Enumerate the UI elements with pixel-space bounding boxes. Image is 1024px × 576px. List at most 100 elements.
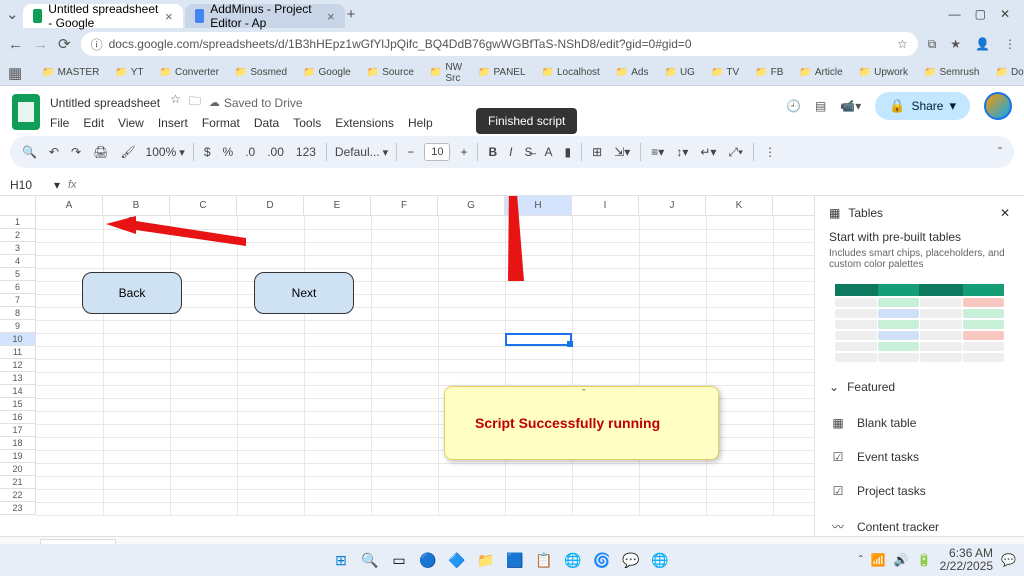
bookmark-folder[interactable]: NW Src bbox=[426, 60, 466, 86]
text-color-button[interactable]: A bbox=[543, 143, 555, 161]
undo-button[interactable]: ↶ bbox=[47, 143, 61, 161]
clock[interactable]: 6:36 AM 2/22/2025 bbox=[940, 547, 993, 573]
task-view-icon[interactable]: ▭ bbox=[386, 547, 412, 573]
star-doc-icon[interactable]: ☆ bbox=[170, 92, 181, 113]
column-header[interactable]: A bbox=[36, 196, 103, 215]
row-header[interactable]: 3 bbox=[0, 242, 36, 255]
row-header[interactable]: 15 bbox=[0, 398, 36, 411]
sheets-logo-icon[interactable] bbox=[12, 94, 40, 130]
bookmark-folder[interactable]: Ads bbox=[612, 65, 653, 80]
selected-cell[interactable] bbox=[505, 333, 572, 346]
column-header[interactable]: B bbox=[103, 196, 170, 215]
next-button-shape[interactable]: Next bbox=[254, 272, 354, 314]
file-explorer-icon[interactable]: 📁 bbox=[473, 547, 499, 573]
row-header-selected[interactable]: 10 bbox=[0, 333, 36, 346]
notifications-icon[interactable]: 💬 bbox=[1001, 553, 1016, 567]
borders-button[interactable]: ⊞ bbox=[590, 143, 604, 161]
tab-search-button[interactable]: ⌄ bbox=[6, 5, 19, 23]
history-icon[interactable]: 🕘 bbox=[786, 99, 801, 113]
share-button[interactable]: 🔒 Share ▾ bbox=[875, 92, 970, 120]
column-header[interactable]: D bbox=[237, 196, 304, 215]
row-header[interactable]: 21 bbox=[0, 476, 36, 489]
address-bar[interactable]: ⓘ docs.google.com/spreadsheets/d/1B3hHEp… bbox=[81, 32, 918, 56]
menu-data[interactable]: Data bbox=[254, 116, 279, 130]
row-header[interactable]: 12 bbox=[0, 359, 36, 372]
browser-tab-active[interactable]: Untitled spreadsheet - Google × bbox=[23, 4, 183, 28]
close-tab-button[interactable]: × bbox=[327, 9, 335, 24]
taskbar-app-icon[interactable]: 🔵 bbox=[415, 547, 441, 573]
row-header[interactable]: 1 bbox=[0, 216, 36, 229]
meet-icon[interactable]: 📹▾ bbox=[840, 99, 861, 113]
volume-icon[interactable]: 🔊 bbox=[894, 553, 909, 567]
search-menus-icon[interactable]: 🔍 bbox=[20, 143, 39, 161]
sidepanel-item-blank[interactable]: ▦Blank table bbox=[829, 406, 1010, 440]
row-header[interactable]: 5 bbox=[0, 268, 36, 281]
taskbar-app-icon[interactable]: 🟦 bbox=[502, 547, 528, 573]
collapse-sidepanel-icon[interactable]: ˆ bbox=[582, 388, 598, 404]
strikethrough-button[interactable]: S̶ bbox=[523, 143, 535, 161]
menu-help[interactable]: Help bbox=[408, 116, 433, 130]
taskbar-search-icon[interactable]: 🔍 bbox=[357, 547, 383, 573]
bookmark-folder[interactable]: UG bbox=[660, 65, 698, 80]
font-select[interactable]: Defaul... ▾ bbox=[335, 145, 388, 159]
maximize-button[interactable]: ▢ bbox=[975, 7, 986, 21]
menu-icon[interactable]: ⋮ bbox=[1004, 37, 1016, 52]
row-header[interactable]: 9 bbox=[0, 320, 36, 333]
back-button-shape[interactable]: Back bbox=[82, 272, 182, 314]
halign-button[interactable]: ≡▾ bbox=[649, 143, 666, 161]
row-header[interactable]: 23 bbox=[0, 502, 36, 515]
menu-insert[interactable]: Insert bbox=[158, 116, 188, 130]
bookmark-folder[interactable]: Source bbox=[363, 65, 418, 80]
close-tab-button[interactable]: × bbox=[165, 9, 173, 24]
menu-file[interactable]: File bbox=[50, 116, 69, 130]
start-button[interactable]: ⊞ bbox=[328, 547, 354, 573]
new-tab-button[interactable]: + bbox=[347, 6, 356, 23]
paint-format-button[interactable]: 🖌 bbox=[118, 143, 137, 161]
column-header[interactable]: C bbox=[170, 196, 237, 215]
more-formats-button[interactable]: 123 bbox=[294, 143, 318, 161]
zoom-select[interactable]: 100% ▾ bbox=[146, 145, 185, 159]
doc-title[interactable]: Untitled spreadsheet bbox=[50, 96, 160, 110]
decrease-font-button[interactable]: − bbox=[405, 143, 416, 161]
taskbar-app-icon[interactable]: 📋 bbox=[531, 547, 557, 573]
valign-button[interactable]: ↕▾ bbox=[674, 143, 690, 161]
bold-button[interactable]: B bbox=[486, 143, 499, 161]
minimize-button[interactable]: — bbox=[949, 7, 961, 21]
row-header[interactable]: 22 bbox=[0, 489, 36, 502]
row-header[interactable]: 14 bbox=[0, 385, 36, 398]
bookmark-folder[interactable]: Localhost bbox=[538, 65, 604, 80]
sidepanel-item-project[interactable]: ☑Project tasks bbox=[829, 474, 1010, 508]
row-header[interactable]: 2 bbox=[0, 229, 36, 242]
bookmark-folder[interactable]: Converter bbox=[156, 65, 223, 80]
menu-extensions[interactable]: Extensions bbox=[335, 116, 394, 130]
bookmark-folder[interactable]: MASTER bbox=[38, 65, 103, 80]
table-preview[interactable] bbox=[829, 278, 1010, 368]
extensions-icon[interactable]: ⧉ bbox=[928, 37, 937, 52]
row-header[interactable]: 7 bbox=[0, 294, 36, 307]
column-header[interactable]: K bbox=[706, 196, 773, 215]
italic-button[interactable]: I bbox=[507, 143, 514, 161]
collapse-toolbar-icon[interactable]: ˆ bbox=[996, 143, 1004, 161]
bookmark-folder[interactable]: Article bbox=[795, 65, 846, 80]
increase-decimal-button[interactable]: .00 bbox=[265, 143, 286, 161]
menu-format[interactable]: Format bbox=[202, 116, 240, 130]
menu-tools[interactable]: Tools bbox=[293, 116, 321, 130]
wifi-icon[interactable]: 📶 bbox=[871, 553, 886, 567]
close-sidepanel-button[interactable]: ✕ bbox=[1000, 206, 1010, 220]
move-doc-icon[interactable]: 🗀 bbox=[189, 92, 201, 113]
row-header[interactable]: 8 bbox=[0, 307, 36, 320]
cells-canvas[interactable]: 1 Back Next Script Successfully running bbox=[36, 216, 814, 515]
bookmark-folder[interactable]: FB bbox=[751, 65, 787, 80]
row-header[interactable]: 18 bbox=[0, 437, 36, 450]
percent-button[interactable]: % bbox=[221, 143, 236, 161]
back-button[interactable]: ← bbox=[8, 36, 23, 53]
row-header[interactable]: 6 bbox=[0, 281, 36, 294]
more-toolbar-icon[interactable]: ⋮ bbox=[762, 143, 778, 161]
redo-button[interactable]: ↷ bbox=[69, 143, 83, 161]
row-header[interactable]: 13 bbox=[0, 372, 36, 385]
browser-tab-inactive[interactable]: AddMinus - Project Editor - Ap × bbox=[185, 4, 345, 28]
star-bookmark-icon[interactable]: ☆ bbox=[897, 37, 908, 51]
row-header[interactable]: 19 bbox=[0, 450, 36, 463]
taskbar-app-icon[interactable]: 🔷 bbox=[444, 547, 470, 573]
column-header[interactable]: I bbox=[572, 196, 639, 215]
